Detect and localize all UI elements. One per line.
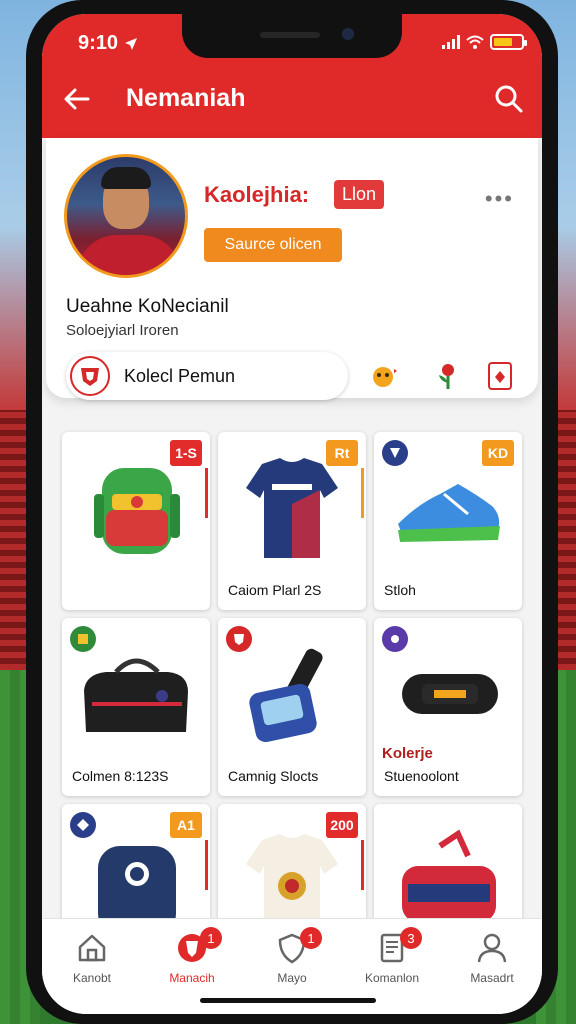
product-label-top: Kolerje (382, 745, 433, 762)
nav-label: Manacih (169, 971, 215, 985)
nav-item-komanlon[interactable]: 3 Komanlon (342, 927, 442, 993)
product-label: Caiom Plarl 2S (228, 582, 322, 598)
trophy-sticker-icon[interactable] (368, 360, 400, 392)
nav-label: Kanobt (72, 971, 112, 985)
nav-label: Masadrt (470, 971, 514, 985)
avatar[interactable] (64, 154, 188, 278)
jersey-icon (246, 458, 338, 558)
back-arrow-icon[interactable] (60, 82, 94, 116)
wristband-icon (402, 674, 498, 714)
phone-frame: 9:10 Nemaniah Kaolejhia: Llon ••• Saurce… (26, 0, 558, 1024)
product-label: Stuenoolont (384, 768, 459, 784)
profile-full-name: Ueahne KoNecianil (66, 296, 229, 317)
club-logo-icon (70, 356, 110, 396)
luggage-tag-icon (249, 648, 323, 743)
nav-item-club[interactable]: 1 Manacih (142, 927, 242, 993)
nav-label: Komanlon (364, 971, 420, 985)
profile-username: Kaolejhia: (204, 182, 310, 207)
nav-badge: 1 (300, 927, 322, 949)
nav-badge: 1 (200, 927, 222, 949)
home-indicator (200, 998, 376, 1003)
rose-sticker-icon[interactable] (432, 360, 464, 392)
app-screen: 9:10 Nemaniah Kaolejhia: Llon ••• Saurce… (42, 14, 542, 1014)
battery-icon (490, 34, 527, 50)
product-card[interactable]: Kolerje Stuenoolont (374, 618, 522, 796)
profile-card: Kaolejhia: Llon ••• Saurce olicen Ueahne… (46, 138, 538, 400)
product-card[interactable]: Colmen 8:123S (62, 618, 210, 796)
sneaker-icon (398, 484, 500, 542)
product-label: Camnig Slocts (228, 768, 319, 784)
wifi-icon (466, 35, 484, 49)
product-label: Colmen 8:123S (72, 768, 169, 784)
search-icon[interactable] (492, 82, 526, 116)
profile-subtitle: Soloejyiarl Iroren (66, 322, 179, 339)
nav-item-profile[interactable]: Masadrt (442, 931, 542, 993)
page-title: Nemaniah (126, 84, 246, 112)
duffel-bag-icon (84, 658, 188, 732)
product-card[interactable]: 1-S (62, 432, 210, 610)
nav-label: Mayo (277, 971, 307, 985)
more-options-button[interactable]: ••• (485, 186, 514, 212)
profile-icon (477, 933, 507, 963)
follow-button[interactable]: Saurce olicen (204, 228, 342, 262)
backpack-icon (94, 468, 180, 554)
product-card[interactable]: Camnig Slocts (218, 618, 366, 796)
home-icon (78, 934, 106, 962)
status-icons (442, 34, 527, 50)
product-label: Stloh (384, 582, 416, 598)
product-card[interactable]: Rt Caiom Plarl 2S (218, 432, 366, 610)
location-arrow-icon (124, 37, 137, 50)
nav-item-mayo[interactable]: 1 Mayo (242, 927, 342, 993)
notch (182, 14, 402, 58)
nav-item-home[interactable]: Kanobt (42, 931, 142, 993)
collection-button[interactable]: Kolecl Pemun (66, 352, 348, 400)
signal-icon (442, 35, 460, 49)
card-sticker-icon[interactable] (484, 360, 516, 392)
nav-badge: 3 (400, 927, 422, 949)
collection-label: Kolecl Pemun (124, 365, 236, 386)
status-time: 9:10 (78, 32, 138, 55)
product-card[interactable]: KD Stloh (374, 432, 522, 610)
status-badge: Llon (334, 180, 385, 209)
